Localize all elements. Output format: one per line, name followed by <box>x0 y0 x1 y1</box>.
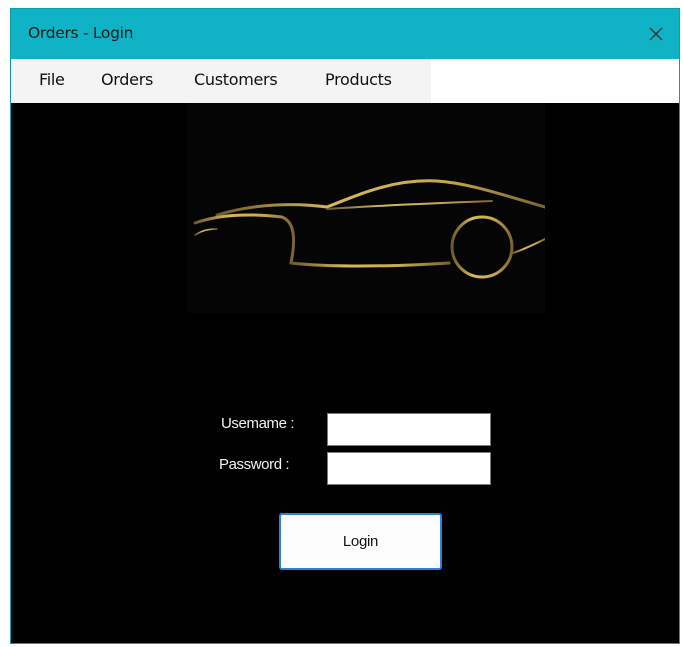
menu-item-file[interactable]: File <box>39 70 65 89</box>
menu-bar: File Orders Customers Products <box>11 59 679 103</box>
password-label: Password : <box>219 456 290 473</box>
window-title: Orders - Login <box>28 24 134 42</box>
username-field[interactable] <box>327 413 491 446</box>
menu-item-customers[interactable]: Customers <box>194 70 278 89</box>
username-label: Usemame : <box>221 415 295 432</box>
login-button[interactable]: Login <box>279 513 442 570</box>
menu-item-orders[interactable]: Orders <box>101 70 153 89</box>
menu-item-products[interactable]: Products <box>325 70 392 89</box>
car-logo-image <box>187 103 547 313</box>
close-icon <box>649 27 663 41</box>
login-window: Orders - Login File Orders Customers Pro… <box>10 8 680 644</box>
sports-car-logo-icon <box>193 179 547 279</box>
close-button[interactable] <box>633 9 679 59</box>
password-field[interactable] <box>327 452 491 485</box>
title-bar[interactable]: Orders - Login <box>11 9 679 59</box>
